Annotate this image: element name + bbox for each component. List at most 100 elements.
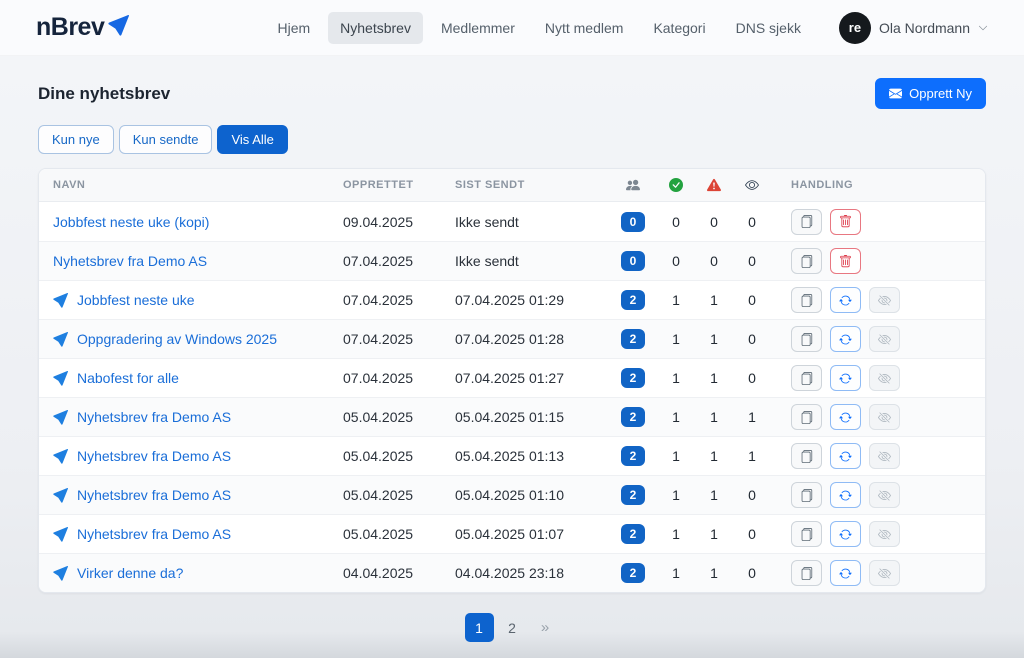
success-count: 1 [657,370,695,386]
delete-button[interactable] [830,209,861,235]
created-cell: 04.04.2025 [329,565,441,581]
eye-off-button[interactable] [869,365,900,391]
table-row: Virker denne da?04.04.202504.04.2025 23:… [39,553,985,592]
resend-button[interactable] [830,326,861,352]
sent-paper-plane-icon [53,371,77,386]
success-count: 1 [657,487,695,503]
page-1[interactable]: 1 [465,613,494,642]
filter-group: Kun nyeKun sendteVis Alle [38,125,986,154]
newsletter-link[interactable]: Nyhetsbrev fra Demo AS [53,253,207,269]
eye-off-button[interactable] [869,521,900,547]
copy-button[interactable] [791,560,822,586]
page-title: Dine nyhetsbrev [38,84,170,104]
recipients-cell: 2 [609,563,657,583]
failed-count: 1 [695,487,733,503]
chevron-down-icon [978,23,988,33]
last-sent-cell: Ikke sendt [441,214,609,230]
failed-count: 1 [695,370,733,386]
recipients-badge: 2 [621,290,646,310]
pagination: 12» [0,613,1024,642]
brand-name: nBrev [36,13,104,42]
sent-paper-plane-icon [53,332,77,347]
filter-kun-sendte[interactable]: Kun sendte [119,125,213,154]
copy-button[interactable] [791,521,822,547]
brand-logo[interactable]: nBrev [36,13,129,42]
copy-button[interactable] [791,326,822,352]
eye-off-button[interactable] [869,287,900,313]
newsletter-link[interactable]: Nabofest for alle [77,370,179,386]
sent-paper-plane-icon [53,410,77,425]
name-cell: Nabofest for alle [39,370,329,386]
next-page-button[interactable]: » [531,613,560,642]
views-count: 0 [733,370,771,386]
resend-button[interactable] [830,521,861,547]
resend-button[interactable] [830,365,861,391]
copy-button[interactable] [791,365,822,391]
copy-button[interactable] [791,287,822,313]
filter-kun-nye[interactable]: Kun nye [38,125,114,154]
recipients-badge: 0 [621,212,646,232]
last-sent-cell: 05.04.2025 01:07 [441,526,609,542]
copy-button[interactable] [791,248,822,274]
main-nav: HjemNyhetsbrevMedlemmerNytt medlemKatego… [265,12,812,44]
success-count: 1 [657,526,695,542]
eye-off-button[interactable] [869,404,900,430]
create-new-button[interactable]: Opprett Ny [875,78,986,109]
failed-count: 1 [695,292,733,308]
table-row: Nyhetsbrev fra Demo AS 05.04.202505.04.20… [39,514,985,553]
eye-off-button[interactable] [869,326,900,352]
newsletter-link[interactable]: Nyhetsbrev fra Demo AS [77,409,231,425]
newsletter-link[interactable]: Jobbfest neste uke (kopi) [53,214,209,230]
newsletter-link[interactable]: Oppgradering av Windows 2025 [77,331,277,347]
table-row: Jobbfest neste uke07.04.202507.04.2025 0… [39,280,985,319]
actions-cell [771,287,985,313]
newsletter-link[interactable]: Nyhetsbrev fra Demo AS [77,526,231,542]
last-sent-cell: 07.04.2025 01:27 [441,370,609,386]
resend-button[interactable] [830,443,861,469]
eye-off-button[interactable] [869,443,900,469]
table-row: Nyhetsbrev fra Demo AS05.04.202505.04.20… [39,397,985,436]
nav-item-dns-sjekk[interactable]: DNS sjekk [724,12,813,44]
resend-button[interactable] [830,482,861,508]
filter-vis-alle[interactable]: Vis Alle [217,125,287,154]
copy-button[interactable] [791,209,822,235]
resend-button[interactable] [830,560,861,586]
views-count: 0 [733,214,771,230]
create-new-label: Opprett Ny [909,86,972,101]
table-row: Oppgradering av Windows 202507.04.202507… [39,319,985,358]
nav-item-kategori[interactable]: Kategori [641,12,717,44]
name-cell: Oppgradering av Windows 2025 [39,331,329,347]
page-2[interactable]: 2 [498,613,527,642]
eye-off-button[interactable] [869,482,900,508]
nav-item-hjem[interactable]: Hjem [265,12,322,44]
created-cell: 05.04.2025 [329,526,441,542]
newsletter-link[interactable]: Nyhetsbrev fra Demo AS [77,448,231,464]
resend-button[interactable] [830,404,861,430]
user-menu[interactable]: re Ola Nordmann [839,12,988,44]
recipients-cell: 2 [609,485,657,505]
name-cell: Nyhetsbrev fra Demo AS [39,526,329,542]
success-count: 0 [657,214,695,230]
views-count: 0 [733,292,771,308]
delete-button[interactable] [830,248,861,274]
table-header-row: NAVN OPPRETTET SIST SENDT HANDLING [39,169,985,202]
copy-button[interactable] [791,404,822,430]
views-count: 0 [733,526,771,542]
copy-button[interactable] [791,443,822,469]
sent-paper-plane-icon [53,527,77,542]
copy-button[interactable] [791,482,822,508]
created-cell: 05.04.2025 [329,487,441,503]
resend-button[interactable] [830,287,861,313]
newsletter-link[interactable]: Virker denne da? [77,565,183,581]
newsletter-link[interactable]: Nyhetsbrev fra Demo AS [77,487,231,503]
failed-count: 1 [695,526,733,542]
newsletter-link[interactable]: Jobbfest neste uke [77,292,195,308]
views-count: 0 [733,331,771,347]
nav-item-nyhetsbrev[interactable]: Nyhetsbrev [328,12,423,44]
table-row: Nyhetsbrev fra Demo AS05.04.202505.04.20… [39,436,985,475]
eye-off-button[interactable] [869,560,900,586]
name-cell: Nyhetsbrev fra Demo AS [39,487,329,503]
nav-item-medlemmer[interactable]: Medlemmer [429,12,527,44]
created-cell: 07.04.2025 [329,253,441,269]
nav-item-nytt-medlem[interactable]: Nytt medlem [533,12,636,44]
